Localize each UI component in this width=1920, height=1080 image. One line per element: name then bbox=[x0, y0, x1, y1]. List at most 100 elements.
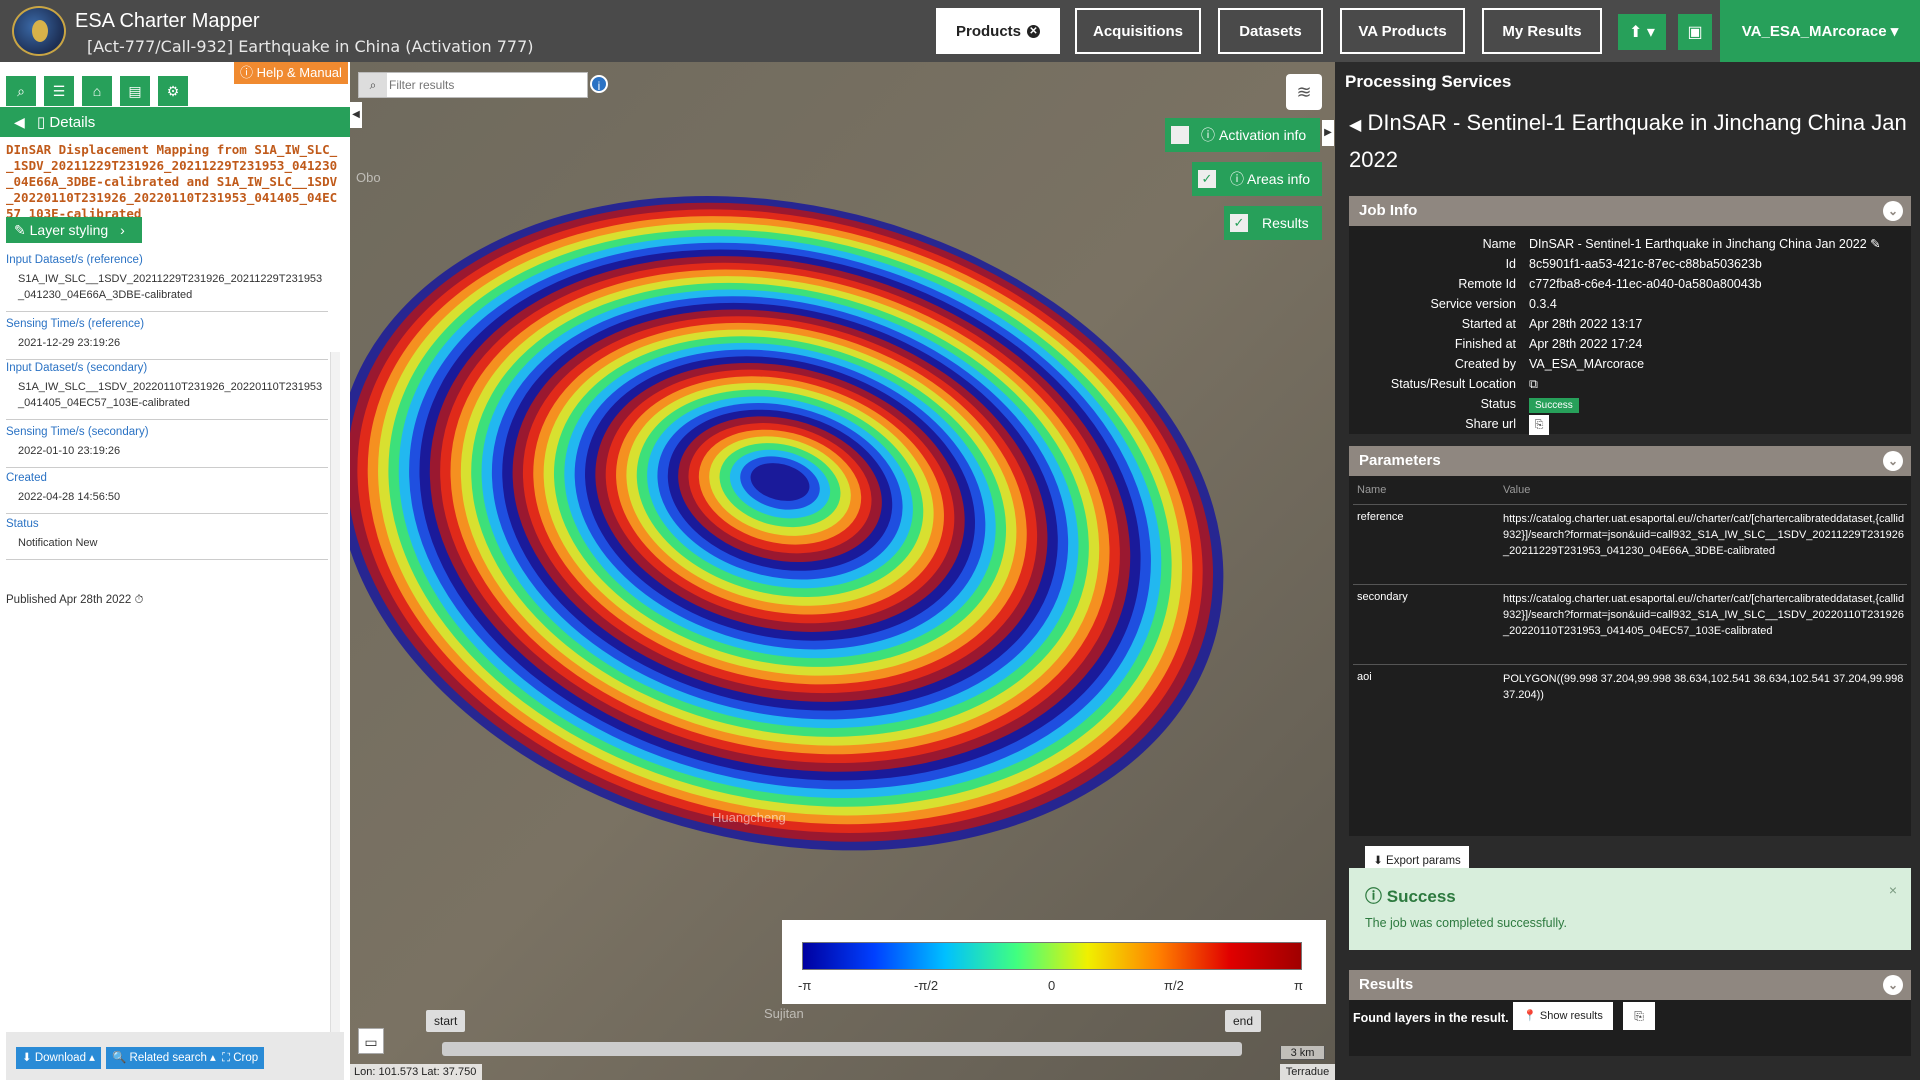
meta-value: 2021-12-29 23:19:26 bbox=[18, 337, 121, 349]
activation-info-toggle[interactable]: ⓘ Activation info bbox=[1165, 118, 1320, 152]
back-arrow-icon[interactable]: ◀ bbox=[14, 107, 25, 137]
inbox-tool-button[interactable]: ▤ bbox=[120, 76, 150, 106]
basket-tool-button[interactable]: ⌂ bbox=[82, 76, 112, 106]
chevron-down-icon[interactable]: ⌄ bbox=[1883, 451, 1903, 471]
job-info-row: Started at Apr 28th 2022 13:17 bbox=[1349, 314, 1911, 334]
related-search-button[interactable]: 🔍 Related search ▴ bbox=[106, 1047, 222, 1069]
chevron-right-icon: › bbox=[120, 222, 125, 238]
meta-created: Created 2022-04-28 14:56:50 bbox=[6, 472, 328, 514]
search-icon: ⌕ bbox=[17, 83, 25, 99]
upload-button[interactable]: ⬆ ▾ bbox=[1618, 14, 1666, 50]
info-circle-icon: ⓘ bbox=[1365, 887, 1382, 906]
external-link-icon[interactable]: ⧉ bbox=[1529, 374, 1538, 394]
job-info-row: Finished at Apr 28th 2022 17:24 bbox=[1349, 334, 1911, 354]
app-title: ESA Charter Mapper bbox=[75, 10, 260, 32]
success-title-text: Success bbox=[1386, 887, 1456, 906]
town-label: Obo bbox=[356, 170, 381, 185]
search-tool-button[interactable]: ⌕ bbox=[6, 76, 36, 106]
copy-icon[interactable]: ⎘ bbox=[1623, 1002, 1655, 1030]
areas-info-toggle[interactable]: ✓ ⓘ Areas info bbox=[1192, 162, 1322, 196]
job-info-key: Share url bbox=[1465, 417, 1516, 431]
layers-icon[interactable]: ≋ bbox=[1286, 74, 1322, 110]
chevron-down-icon[interactable]: ⌄ bbox=[1883, 975, 1903, 995]
crop-button[interactable]: ⛶ Crop bbox=[216, 1047, 265, 1069]
param-name: reference bbox=[1357, 511, 1404, 523]
app-header: ESA Charter Mapper [Act-777/Call-932] Ea… bbox=[0, 0, 1920, 62]
job-info-body: Name DInSAR - Sentinel-1 Earthquake in J… bbox=[1349, 226, 1911, 435]
user-menu[interactable]: VA_ESA_MArcorace ▾ bbox=[1720, 0, 1920, 62]
coordinate-readout: Lon: 101.573 Lat: 37.750 bbox=[350, 1064, 482, 1080]
meta-label: Status bbox=[6, 518, 39, 530]
meta-label: Sensing Time/s (reference) bbox=[6, 318, 145, 330]
chevron-down-icon[interactable]: ⌄ bbox=[1883, 201, 1903, 221]
success-title: ⓘ Success bbox=[1365, 882, 1456, 907]
details-label: Details bbox=[49, 114, 96, 131]
tab-va-products[interactable]: VA Products bbox=[1340, 8, 1465, 54]
areas-info-label: Areas info bbox=[1247, 171, 1311, 187]
show-results-button[interactable]: 📍 Show results bbox=[1513, 1002, 1613, 1030]
map-view[interactable]: Obo Huangcheng Sujitan ◀ ⌕ i ≋ ⓘ Activat… bbox=[350, 62, 1335, 1080]
map-frame-icon[interactable]: ▭ bbox=[358, 1028, 384, 1054]
colorbar bbox=[802, 942, 1302, 970]
close-icon[interactable]: ✕ bbox=[1027, 24, 1040, 38]
legend-tick: -π/2 bbox=[914, 978, 939, 993]
meta-value: S1A_IW_SLC__1SDV_20211229T231926_2021122… bbox=[18, 273, 323, 301]
charter-logo bbox=[12, 6, 66, 56]
job-info-row: Status/Result Location ⧉ bbox=[1349, 374, 1911, 394]
job-info-value: VA_ESA_MArcorace bbox=[1529, 357, 1645, 371]
job-info-row: Service version 0.3.4 bbox=[1349, 294, 1911, 314]
details-header[interactable]: ◀ ▯ Details bbox=[0, 107, 350, 137]
time-slider[interactable] bbox=[442, 1042, 1242, 1056]
table-row: aoi POLYGON((99.998 37.204,99.998 38.634… bbox=[1353, 664, 1907, 714]
collapse-right-icon[interactable]: ▶ bbox=[1322, 120, 1334, 146]
basket-icon: ⌂ bbox=[92, 83, 102, 99]
meta-label: Created bbox=[6, 472, 47, 484]
collapse-left-icon[interactable]: ◀ bbox=[350, 102, 362, 128]
results-toggle[interactable]: ✓ Results bbox=[1224, 206, 1322, 240]
legend-tick: 0 bbox=[1048, 978, 1056, 993]
job-info-header[interactable]: Job Info ⌄ bbox=[1349, 196, 1911, 226]
checkbox-unchecked[interactable] bbox=[1171, 126, 1189, 144]
left-scrollbar[interactable] bbox=[330, 352, 340, 1072]
parameters-header[interactable]: Parameters ⌄ bbox=[1349, 446, 1911, 476]
tab-my-results[interactable]: My Results bbox=[1482, 8, 1602, 54]
list-tool-button[interactable]: ☰ bbox=[44, 76, 74, 106]
tab-products[interactable]: Products ✕ bbox=[936, 8, 1060, 54]
job-info-row: Remote Id c772fba8-c6e4-11ec-a040-0a580a… bbox=[1349, 274, 1911, 294]
time-start-label[interactable]: start bbox=[426, 1010, 466, 1032]
meta-input-secondary: Input Dataset/s (secondary) S1A_IW_SLC__… bbox=[6, 362, 328, 420]
published-date: Published Apr 28th 2022 ⏱ bbox=[6, 594, 144, 606]
town-label: Sujitan bbox=[764, 1006, 804, 1021]
list-icon: ☰ bbox=[52, 83, 66, 99]
help-manual-button[interactable]: ⓘ Help & Manual bbox=[234, 62, 348, 84]
results-heading: Results bbox=[1359, 976, 1414, 993]
close-icon[interactable]: × bbox=[1889, 882, 1897, 898]
results-header[interactable]: Results ⌄ bbox=[1349, 970, 1911, 1000]
activation-subtitle: [Act-777/Call-932] Earthquake in China (… bbox=[87, 37, 534, 56]
back-arrow-icon[interactable]: ◀ bbox=[1349, 117, 1361, 134]
product-title: DInSAR Displacement Mapping from S1A_IW_… bbox=[6, 142, 338, 221]
tab-acquisitions[interactable]: Acquisitions bbox=[1075, 8, 1201, 54]
job-info-key: Finished at bbox=[1454, 337, 1516, 351]
right-panel: Processing Services ◀ DInSAR - Sentinel-… bbox=[1335, 62, 1920, 1080]
param-value: POLYGON((99.998 37.204,99.998 38.634,102… bbox=[1503, 673, 1904, 701]
info-icon[interactable]: i bbox=[590, 75, 608, 93]
job-info-value: c772fba8-c6e4-11ec-a040-0a580a80043b bbox=[1529, 277, 1762, 291]
copy-icon[interactable]: ⎘ bbox=[1529, 415, 1549, 435]
job-info-value: 0.3.4 bbox=[1529, 297, 1557, 311]
tab-datasets[interactable]: Datasets bbox=[1218, 8, 1323, 54]
checkbox-checked[interactable]: ✓ bbox=[1230, 214, 1248, 232]
checkbox-checked[interactable]: ✓ bbox=[1198, 170, 1216, 188]
meta-value: 2022-01-10 23:19:26 bbox=[18, 445, 121, 457]
filter-results-input[interactable] bbox=[389, 75, 584, 95]
map-attribution[interactable]: Terradue bbox=[1280, 1064, 1335, 1080]
briefcase-button[interactable]: ▣ bbox=[1678, 14, 1712, 50]
settings-tool-button[interactable]: ⚙ bbox=[158, 76, 188, 106]
layer-styling-button[interactable]: ✎ Layer styling › bbox=[6, 217, 142, 243]
download-button[interactable]: ⬇ Download ▴ bbox=[16, 1047, 101, 1069]
meta-label: Sensing Time/s (secondary) bbox=[6, 426, 149, 438]
param-name: secondary bbox=[1357, 591, 1408, 603]
time-end-label[interactable]: end bbox=[1225, 1010, 1262, 1032]
upload-icon: ⬆ ▾ bbox=[1629, 24, 1655, 41]
job-info-value: DInSAR - Sentinel-1 Earthquake in Jincha… bbox=[1529, 237, 1881, 251]
